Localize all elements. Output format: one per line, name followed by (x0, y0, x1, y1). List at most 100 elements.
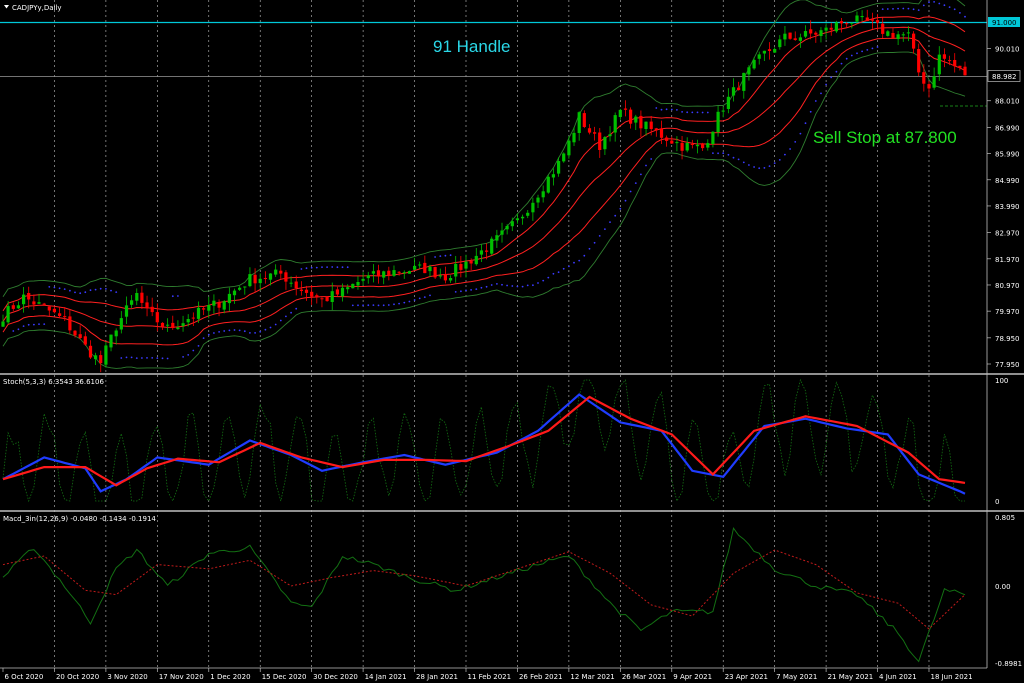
current-price-label: 88.982 (992, 73, 1017, 81)
psar-dot (387, 304, 390, 306)
handle-annotation: 91 Handle (433, 37, 511, 56)
psar-dot (470, 289, 472, 291)
psar-dot (84, 291, 87, 294)
candle-body (531, 202, 535, 213)
stochastic-tick-label: 100 (995, 377, 1008, 385)
price-tick-label: 82.970 (995, 230, 1020, 238)
candle-body (855, 15, 859, 22)
time-tick-label: 14 Jan 2021 (365, 673, 407, 681)
sell-stop-annotation: Sell Stop at 87.800 (813, 128, 957, 147)
candle-body (639, 115, 643, 129)
psar-dot (439, 255, 442, 257)
candle-body (603, 137, 607, 150)
psar-dot (485, 285, 488, 288)
candle-body (418, 264, 422, 266)
time-tick-label: 7 May 2021 (776, 673, 817, 681)
candle-body (634, 116, 638, 123)
candle-body (731, 87, 736, 96)
candle-body (459, 264, 463, 270)
candle-body (258, 278, 262, 284)
symbol-title: CADJPYy,Daily (12, 4, 62, 12)
candle-body (541, 191, 545, 198)
time-tick-label: 4 Jun 2021 (879, 673, 917, 681)
candle-body (670, 140, 674, 144)
candle-body (335, 289, 339, 295)
price-tick-label: 84.990 (995, 177, 1020, 185)
psar-dot (840, 62, 843, 65)
candle-body (829, 27, 833, 30)
price-tick-label: 90.010 (995, 45, 1020, 53)
psar-dot (94, 288, 97, 291)
candle-body (63, 316, 67, 318)
psar-dot (784, 153, 786, 156)
candle-body (886, 31, 890, 36)
psar-dot (465, 289, 467, 292)
psar-dot (732, 156, 735, 159)
candle-body (433, 267, 437, 278)
psar-dot (825, 83, 827, 86)
psar-dot (552, 272, 555, 275)
psar-dot (480, 286, 483, 289)
psar-dot (912, 8, 915, 11)
psar-dot (861, 50, 863, 53)
candle-body (1, 321, 5, 327)
psar-dot (444, 254, 447, 257)
candle-body (238, 287, 242, 290)
candle-body (629, 109, 633, 124)
candle-body (474, 255, 478, 265)
candle-body (701, 143, 705, 149)
psar-dot (624, 199, 627, 202)
psar-dot (43, 323, 46, 325)
candle-body (860, 16, 864, 18)
candle-body (618, 109, 622, 117)
candle-body (99, 355, 103, 364)
psar-dot (243, 330, 246, 333)
psar-dot (171, 295, 174, 298)
candle-body (340, 287, 345, 297)
candle (325, 296, 329, 302)
psar-dot (604, 228, 606, 231)
psar-dot (53, 286, 56, 289)
candle-body (881, 23, 885, 34)
psar-dot (542, 279, 545, 282)
psar-dot (79, 292, 82, 295)
candle-body (613, 115, 617, 133)
psar-dot (279, 319, 282, 322)
trading-chart[interactable]: CADJPYy,Daily 91 Handle Sell Stop at 87.… (0, 0, 1024, 683)
candle-body (37, 302, 41, 304)
psar-dot (516, 285, 519, 288)
psar-dot (207, 333, 210, 336)
psar-dot (789, 148, 791, 150)
candle-body (330, 291, 334, 302)
psar-dot (645, 164, 647, 167)
psar-dot (532, 284, 534, 287)
psar-dot (578, 259, 581, 262)
psar-dot (537, 282, 539, 284)
psar-dot (192, 349, 195, 352)
candle-body (191, 317, 195, 319)
candle-body (793, 38, 797, 40)
candle-body (803, 31, 808, 37)
candle (104, 341, 108, 368)
candle-body (963, 66, 967, 76)
candle-body (315, 295, 319, 297)
candle-body (742, 72, 746, 91)
stochastic-header: Stoch(5,3,3) 6.3543 36.6106 (3, 378, 104, 386)
candle-body (294, 281, 298, 288)
candle-body (521, 216, 525, 219)
candle-body (773, 49, 777, 53)
price-tick-label: 78.950 (995, 335, 1020, 343)
psar-dot (593, 241, 596, 244)
psar-dot (665, 108, 668, 111)
candle-body (392, 270, 396, 276)
psar-dot (902, 7, 905, 10)
candle-body (346, 287, 350, 290)
psar-dot (22, 325, 25, 327)
psar-dot (74, 291, 76, 294)
candle (490, 236, 494, 256)
psar-dot (619, 207, 622, 210)
psar-dot (892, 7, 894, 10)
stochastic-tick-label: 0 (995, 498, 999, 506)
candle-body (577, 112, 581, 133)
psar-dot (835, 70, 838, 73)
